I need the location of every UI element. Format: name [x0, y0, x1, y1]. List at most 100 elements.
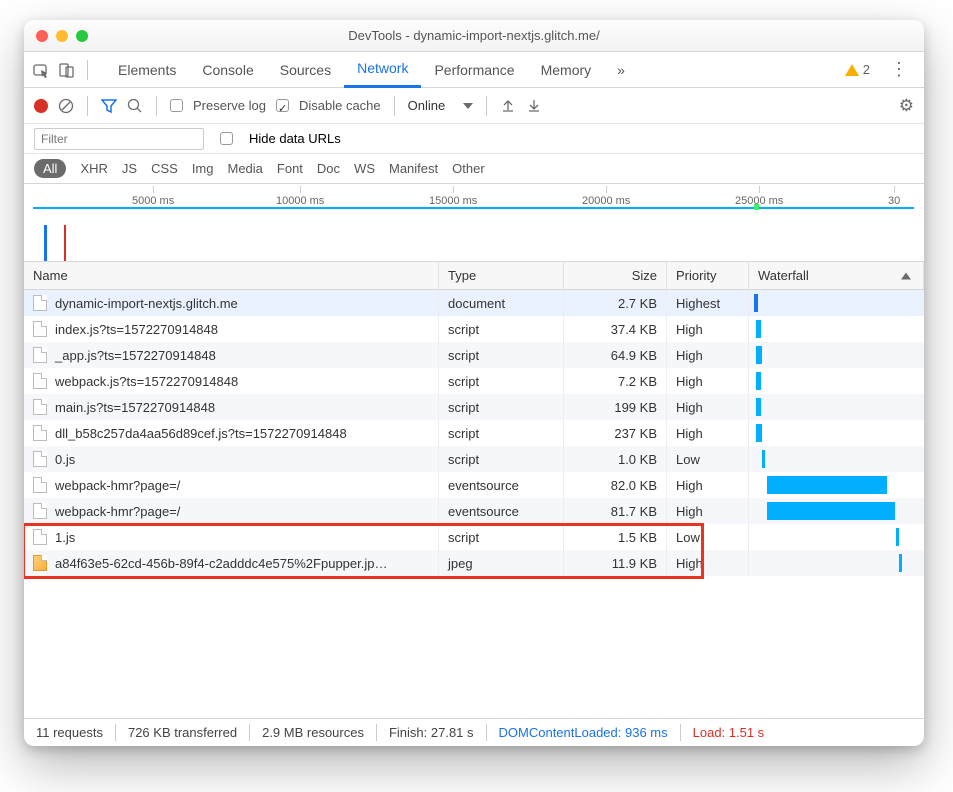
warnings-badge[interactable]: 2: [845, 62, 870, 77]
disable-cache-checkbox[interactable]: [276, 99, 289, 112]
request-name: dynamic-import-nextjs.glitch.me: [55, 296, 238, 311]
zoom-traffic-light[interactable]: [76, 30, 88, 42]
request-name: index.js?ts=1572270914848: [55, 322, 218, 337]
request-size: 1.0 KB: [564, 446, 667, 472]
table-row[interactable]: 1.jsscript1.5 KBLow: [24, 524, 924, 550]
tab-elements[interactable]: Elements: [105, 52, 189, 88]
request-name: a84f63e5-62cd-456b-89f4-c2adddc4e575%2Fp…: [55, 556, 387, 571]
tab-performance[interactable]: Performance: [421, 52, 527, 88]
devtools-window: DevTools - dynamic-import-nextjs.glitch.…: [24, 20, 924, 746]
type-all[interactable]: All: [34, 159, 66, 178]
table-row[interactable]: dll_b58c257da4aa56d89cef.js?ts=157227091…: [24, 420, 924, 446]
request-type: script: [439, 316, 564, 342]
table-row[interactable]: webpack-hmr?page=/eventsource81.7 KBHigh: [24, 498, 924, 524]
request-name: main.js?ts=1572270914848: [55, 400, 215, 415]
request-priority: High: [667, 472, 749, 498]
table-row[interactable]: a84f63e5-62cd-456b-89f4-c2adddc4e575%2Fp…: [24, 550, 924, 576]
preserve-log-label: Preserve log: [193, 98, 266, 113]
type-font[interactable]: Font: [277, 161, 303, 176]
request-size: 7.2 KB: [564, 368, 667, 394]
timeline-tick: 5000 ms: [132, 186, 174, 207]
request-waterfall: [749, 550, 924, 576]
request-size: 1.5 KB: [564, 524, 667, 550]
tab-network[interactable]: Network: [344, 52, 421, 88]
file-icon: [33, 373, 47, 389]
file-icon: [33, 425, 47, 441]
overflow-tab[interactable]: »: [604, 52, 638, 88]
table-header: Name Type Size Priority Waterfall: [24, 262, 924, 290]
request-priority: High: [667, 342, 749, 368]
type-filter-bar: All XHR JS CSS Img Media Font Doc WS Manifest Oth…: [24, 154, 924, 184]
tab-memory[interactable]: Memory: [528, 52, 605, 88]
request-type: script: [439, 368, 564, 394]
table-row[interactable]: _app.js?ts=1572270914848script64.9 KBHig…: [24, 342, 924, 368]
request-priority: Low: [667, 446, 749, 472]
preserve-log-checkbox[interactable]: [170, 99, 183, 112]
col-type[interactable]: Type: [439, 262, 564, 289]
request-waterfall: [749, 342, 924, 368]
request-priority: High: [667, 394, 749, 420]
request-waterfall: [749, 498, 924, 524]
filter-icon[interactable]: [101, 98, 117, 114]
table-row[interactable]: webpack.js?ts=1572270914848script7.2 KBH…: [24, 368, 924, 394]
col-waterfall[interactable]: Waterfall: [749, 262, 924, 289]
type-ws[interactable]: WS: [354, 161, 375, 176]
request-priority: High: [667, 498, 749, 524]
overview-timeline[interactable]: 5000 ms10000 ms15000 ms20000 ms25000 ms3…: [24, 184, 924, 262]
tab-sources[interactable]: Sources: [267, 52, 344, 88]
table-row[interactable]: index.js?ts=1572270914848script37.4 KBHi…: [24, 316, 924, 342]
request-priority: High: [667, 316, 749, 342]
col-priority[interactable]: Priority: [667, 262, 749, 289]
timeline-tick: 15000 ms: [429, 186, 477, 207]
throttling-select[interactable]: Online: [408, 98, 474, 113]
upload-har-icon[interactable]: [500, 98, 516, 114]
image-file-icon: [33, 555, 47, 571]
request-name: dll_b58c257da4aa56d89cef.js?ts=157227091…: [55, 426, 347, 441]
minimize-traffic-light[interactable]: [56, 30, 68, 42]
request-waterfall: [749, 524, 924, 550]
more-menu-icon[interactable]: ⋮: [882, 59, 916, 80]
device-toggle-icon[interactable]: [58, 61, 76, 79]
request-size: 199 KB: [564, 394, 667, 420]
request-type: script: [439, 446, 564, 472]
type-css[interactable]: CSS: [151, 161, 178, 176]
hide-data-urls-checkbox[interactable]: [220, 132, 233, 145]
type-js[interactable]: JS: [122, 161, 137, 176]
clear-icon[interactable]: [58, 98, 74, 114]
request-waterfall: [749, 446, 924, 472]
request-type: script: [439, 394, 564, 420]
request-waterfall: [749, 472, 924, 498]
status-transferred: 726 KB transferred: [116, 724, 250, 740]
tab-console[interactable]: Console: [189, 52, 266, 88]
type-other[interactable]: Other: [452, 161, 485, 176]
table-row[interactable]: webpack-hmr?page=/eventsource82.0 KBHigh: [24, 472, 924, 498]
request-size: 11.9 KB: [564, 550, 667, 576]
inspect-icon[interactable]: [32, 61, 50, 79]
type-img[interactable]: Img: [192, 161, 214, 176]
col-name[interactable]: Name: [24, 262, 439, 289]
filter-input[interactable]: [34, 128, 204, 150]
search-icon[interactable]: [127, 98, 143, 114]
status-finish: Finish: 27.81 s: [377, 724, 487, 740]
table-row[interactable]: 0.jsscript1.0 KBLow: [24, 446, 924, 472]
window-title: DevTools - dynamic-import-nextjs.glitch.…: [24, 28, 924, 43]
record-icon[interactable]: [34, 99, 48, 113]
type-doc[interactable]: Doc: [317, 161, 340, 176]
type-media[interactable]: Media: [227, 161, 262, 176]
request-priority: High: [667, 368, 749, 394]
network-toolbar: Preserve log Disable cache Online ⚙: [24, 88, 924, 124]
type-manifest[interactable]: Manifest: [389, 161, 438, 176]
file-icon: [33, 503, 47, 519]
status-bar: 11 requests 726 KB transferred 2.9 MB re…: [24, 718, 924, 746]
download-har-icon[interactable]: [526, 98, 542, 114]
table-row[interactable]: main.js?ts=1572270914848 script199 KBHigh: [24, 394, 924, 420]
col-size[interactable]: Size: [564, 262, 667, 289]
type-xhr[interactable]: XHR: [80, 161, 107, 176]
close-traffic-light[interactable]: [36, 30, 48, 42]
request-type: document: [439, 290, 564, 316]
table-row[interactable]: dynamic-import-nextjs.glitch.medocument2…: [24, 290, 924, 316]
request-waterfall: [749, 316, 924, 342]
hide-data-urls-label: Hide data URLs: [249, 131, 341, 146]
settings-icon[interactable]: ⚙: [899, 96, 914, 116]
request-type: eventsource: [439, 498, 564, 524]
